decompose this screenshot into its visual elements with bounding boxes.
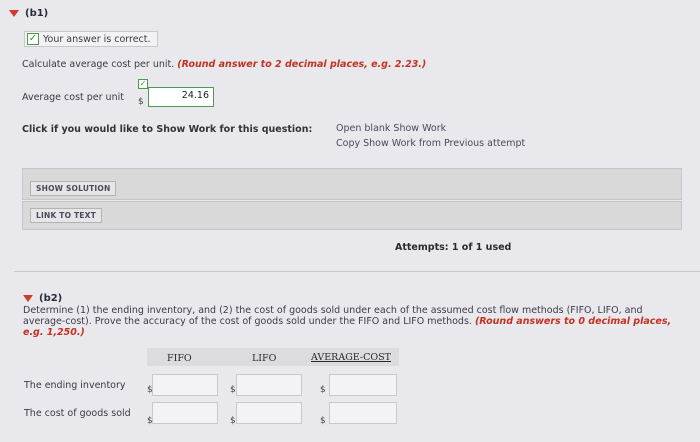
cogs-average-cost-input[interactable] bbox=[329, 402, 397, 424]
currency-sign: $ bbox=[230, 416, 236, 426]
correct-answer-banner: ✓ Your answer is correct. bbox=[24, 31, 158, 47]
b2-question: Determine (1) the ending inventory, and … bbox=[23, 305, 681, 338]
b2-header-label: (b2) bbox=[39, 293, 63, 304]
b1-section-header[interactable]: (b1) bbox=[9, 8, 48, 19]
currency-sign: $ bbox=[320, 416, 326, 426]
b1-header-label: (b1) bbox=[25, 8, 49, 19]
checkmark-icon: ✓ bbox=[27, 33, 39, 45]
average-cost-input[interactable]: 24.16 bbox=[148, 87, 214, 107]
open-blank-show-work-link[interactable]: Open blank Show Work bbox=[336, 123, 446, 134]
collapse-triangle-icon[interactable] bbox=[9, 10, 19, 17]
ending-inventory-lifo-input[interactable] bbox=[236, 374, 302, 396]
column-header-average-cost: AVERAGE-COST bbox=[311, 352, 392, 363]
instruction-text: Calculate average cost per unit. bbox=[22, 59, 175, 70]
collapse-triangle-icon[interactable] bbox=[23, 295, 33, 302]
cogs-lifo-input[interactable] bbox=[236, 402, 302, 424]
field-correct-checkmark-icon: ✓ bbox=[138, 79, 148, 89]
correct-text: Your answer is correct. bbox=[43, 33, 151, 45]
link-to-text-panel: LINK TO TEXT bbox=[22, 201, 682, 230]
currency-sign: $ bbox=[230, 385, 236, 395]
ending-inventory-fifo-input[interactable] bbox=[152, 374, 218, 396]
b2-section-header[interactable]: (b2) bbox=[23, 293, 62, 304]
currency-sign: $ bbox=[320, 385, 326, 395]
ending-inventory-average-cost-input[interactable] bbox=[329, 374, 397, 396]
link-to-text-button[interactable]: LINK TO TEXT bbox=[30, 208, 102, 223]
column-header-fifo: FIFO bbox=[167, 353, 192, 364]
show-solution-button[interactable]: SHOW SOLUTION bbox=[30, 181, 117, 196]
row-label-cost-of-goods-sold: The cost of goods sold bbox=[24, 408, 131, 419]
b1-instruction: Calculate average cost per unit. (Round … bbox=[22, 59, 426, 70]
row-label-ending-inventory: The ending inventory bbox=[24, 380, 126, 391]
cogs-fifo-input[interactable] bbox=[152, 402, 218, 424]
instruction-note: (Round answer to 2 decimal places, e.g. … bbox=[177, 59, 427, 70]
attempts-counter: Attempts: 1 of 1 used bbox=[395, 242, 512, 253]
average-cost-label: Average cost per unit bbox=[22, 92, 124, 103]
copy-show-work-link[interactable]: Copy Show Work from Previous attempt bbox=[336, 138, 525, 149]
section-divider bbox=[14, 271, 700, 272]
column-header-lifo: LIFO bbox=[252, 353, 277, 364]
currency-sign: $ bbox=[138, 97, 144, 107]
show-work-prompt: Click if you would like to Show Work for… bbox=[22, 124, 313, 135]
show-solution-panel: SHOW SOLUTION bbox=[22, 168, 682, 200]
